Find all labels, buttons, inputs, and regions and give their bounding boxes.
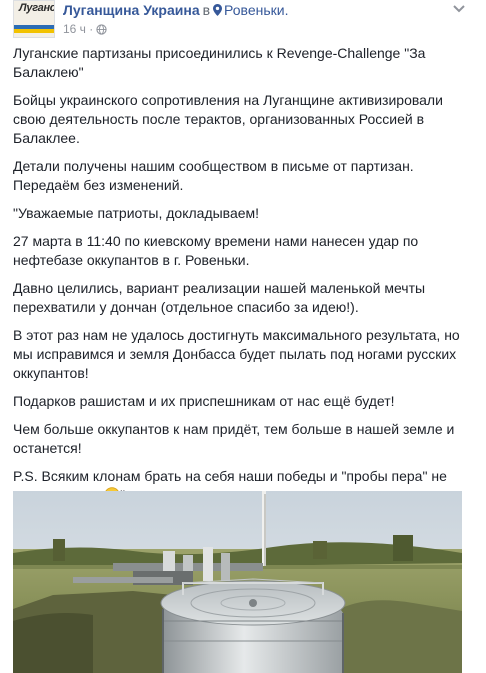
post-body: Луганские партизаны присоединились к Rev…	[13, 44, 469, 514]
post-photo[interactable]	[13, 491, 462, 673]
post-meta: 16 ч ·	[63, 22, 107, 36]
author-line: Луганщина Украина в Ровеньки.	[63, 2, 288, 18]
post-timestamp[interactable]: 16 ч	[63, 22, 86, 36]
post-paragraph: 27 марта в 11:40 по киевскому времени на…	[13, 233, 419, 268]
post-paragraph: Луганские партизаны присоединились к Rev…	[13, 45, 426, 80]
avatar-stripe-yellow	[14, 29, 54, 33]
post-paragraph: Бойцы украинского сопротивления на Луган…	[13, 92, 443, 146]
map-pin-icon	[213, 4, 223, 16]
page-name-link[interactable]: Луганщина Украина	[63, 2, 200, 18]
post-header: Луганск Луганщина Украинав Ровеньки. 16 ч…	[0, 0, 486, 44]
globe-icon[interactable]	[96, 24, 107, 35]
post-paragraph: В этот раз нам не удалось достигнуть мак…	[13, 327, 460, 381]
post-paragraph: "Уважаемые патриоты, докладываем!	[13, 205, 260, 221]
post-paragraph: Давно целились, вариант реализации нашей…	[13, 280, 426, 315]
in-word: в	[202, 2, 211, 18]
location-link[interactable]: Ровеньки.	[224, 2, 288, 18]
avatar-logo-text: Луганск	[19, 2, 54, 14]
page-avatar[interactable]: Луганск	[13, 0, 55, 38]
chevron-down-icon[interactable]	[452, 4, 466, 14]
post-paragraph: Детали получены нашим сообществом в пись…	[13, 158, 414, 193]
meta-separator: ·	[89, 22, 94, 36]
post-paragraph: Чем больше оккупантов к нам придёт, тем …	[13, 421, 455, 456]
post-paragraph: Подарков рашистам и их приспешникам от н…	[13, 393, 395, 409]
